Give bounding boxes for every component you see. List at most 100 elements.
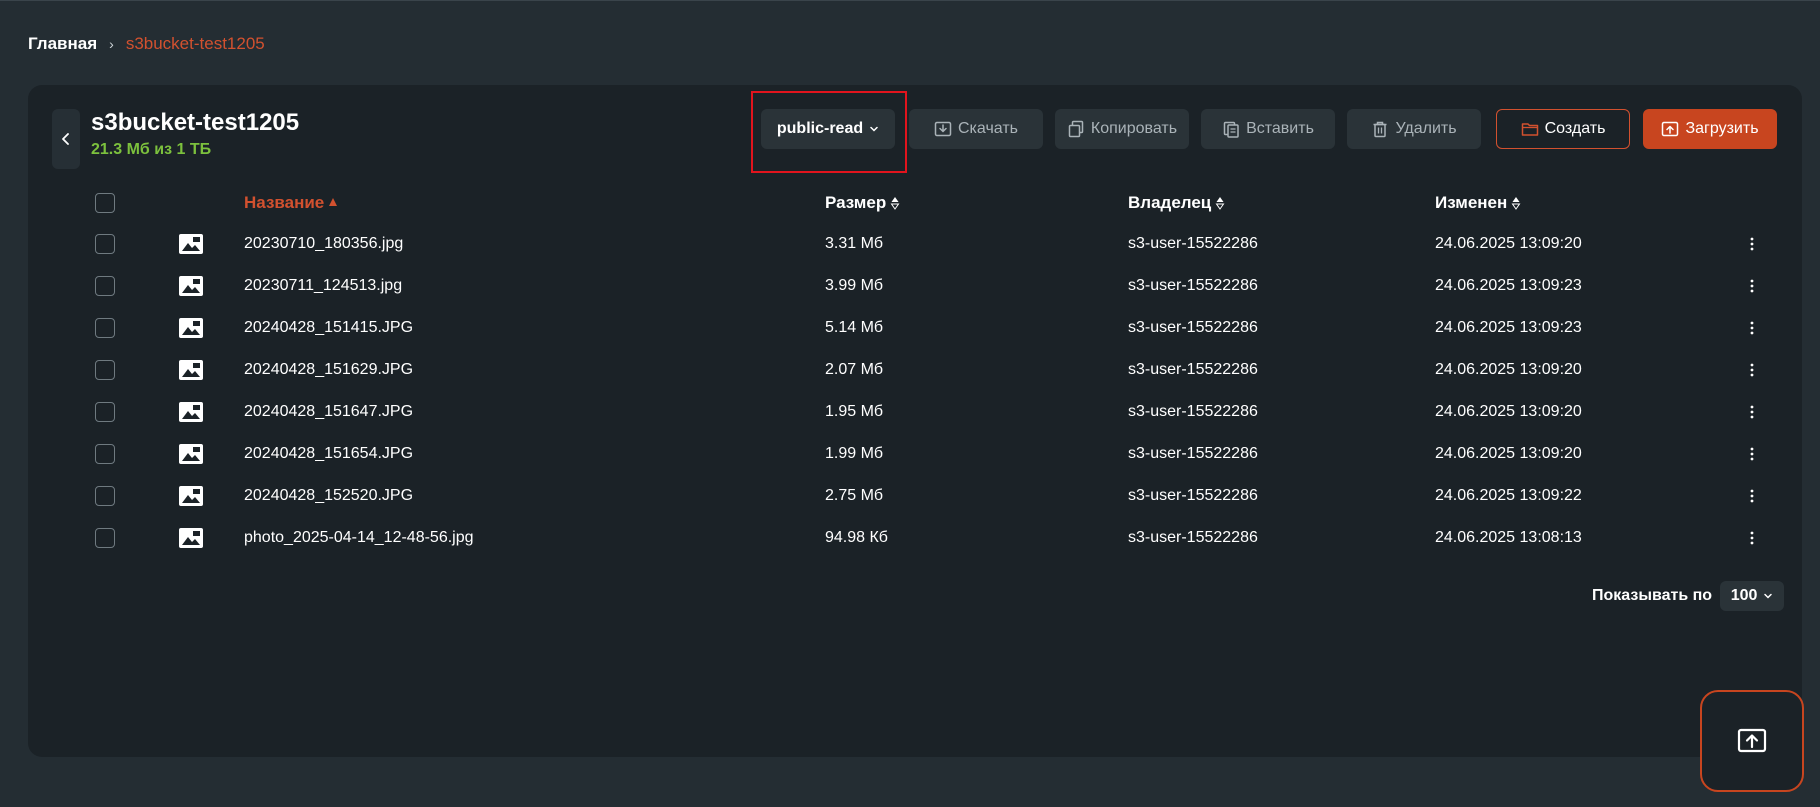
table-row[interactable]: photo_2025-04-14_12-48-56.jpg 94.98 Кб s… bbox=[28, 517, 1802, 559]
kebab-menu-icon[interactable] bbox=[1744, 236, 1760, 252]
image-file-icon bbox=[179, 475, 203, 517]
row-select-cell bbox=[95, 391, 115, 433]
upload-label: Загрузить bbox=[1685, 120, 1759, 137]
row-checkbox[interactable] bbox=[95, 276, 115, 296]
file-size: 2.75 Мб bbox=[825, 487, 884, 504]
download-button[interactable]: Скачать bbox=[909, 109, 1043, 149]
per-page-label: Показывать по bbox=[1592, 587, 1713, 604]
file-owner: s3-user-15522286 bbox=[1128, 403, 1258, 420]
top-divider bbox=[0, 0, 1820, 1]
table-row[interactable]: 20240428_152520.JPG 2.75 Мб s3-user-1552… bbox=[28, 475, 1802, 517]
row-menu-cell bbox=[1744, 223, 1760, 265]
row-checkbox[interactable] bbox=[95, 444, 115, 464]
column-name-label: Название bbox=[244, 193, 325, 212]
kebab-menu-icon[interactable] bbox=[1744, 488, 1760, 504]
image-file-icon bbox=[179, 349, 203, 391]
row-menu-cell bbox=[1744, 517, 1760, 559]
row-checkbox[interactable] bbox=[95, 234, 115, 254]
image-file-icon bbox=[179, 517, 203, 559]
breadcrumb-current: s3bucket-test1205 bbox=[125, 34, 265, 53]
row-checkbox[interactable] bbox=[95, 318, 115, 338]
upload-icon bbox=[1737, 728, 1767, 753]
image-file-icon bbox=[179, 391, 203, 433]
row-select-cell bbox=[95, 433, 115, 475]
row-menu-cell bbox=[1744, 433, 1760, 475]
create-folder-button[interactable]: Создать bbox=[1496, 109, 1630, 149]
back-button[interactable] bbox=[52, 109, 80, 169]
row-checkbox[interactable] bbox=[95, 402, 115, 422]
file-owner: s3-user-15522286 bbox=[1128, 445, 1258, 462]
kebab-menu-icon[interactable] bbox=[1744, 530, 1760, 546]
column-size-header[interactable]: Размер bbox=[825, 183, 900, 223]
acl-dropdown[interactable]: public-read bbox=[761, 109, 895, 149]
upload-button[interactable]: Загрузить bbox=[1643, 109, 1777, 149]
image-file-icon bbox=[179, 307, 203, 349]
copy-icon bbox=[1068, 120, 1084, 138]
kebab-menu-icon[interactable] bbox=[1744, 446, 1760, 462]
column-modified-header[interactable]: Изменен bbox=[1435, 183, 1521, 223]
row-menu-cell bbox=[1744, 349, 1760, 391]
file-owner: s3-user-15522286 bbox=[1128, 277, 1258, 294]
file-modified: 24.06.2025 13:09:23 bbox=[1435, 319, 1582, 336]
file-modified: 24.06.2025 13:08:13 bbox=[1435, 529, 1582, 546]
row-checkbox[interactable] bbox=[95, 528, 115, 548]
kebab-menu-icon[interactable] bbox=[1744, 278, 1760, 294]
file-modified: 24.06.2025 13:09:20 bbox=[1435, 361, 1582, 378]
image-file-icon bbox=[179, 433, 203, 475]
per-page-value: 100 bbox=[1730, 587, 1758, 604]
chevron-left-icon bbox=[62, 133, 69, 145]
row-select-cell bbox=[95, 349, 115, 391]
bucket-usage: 21.3 Мб из 1 ТБ bbox=[91, 141, 212, 158]
file-size: 2.07 Мб bbox=[825, 361, 884, 378]
file-name[interactable]: 20230711_124513.jpg bbox=[244, 265, 402, 307]
table-row[interactable]: 20240428_151415.JPG 5.14 Мб s3-user-1552… bbox=[28, 307, 1802, 349]
folder-icon bbox=[1521, 123, 1538, 136]
file-size: 5.14 Мб bbox=[825, 319, 884, 336]
file-size: 1.95 Мб bbox=[825, 403, 884, 420]
breadcrumb-home-link[interactable]: Главная bbox=[28, 34, 97, 54]
file-name[interactable]: 20230710_180356.jpg bbox=[244, 223, 403, 265]
paste-icon bbox=[1223, 121, 1239, 138]
column-owner-header[interactable]: Владелец bbox=[1128, 183, 1225, 223]
select-all-checkbox[interactable] bbox=[95, 193, 115, 213]
file-modified: 24.06.2025 13:09:22 bbox=[1435, 487, 1582, 504]
sort-icon bbox=[1215, 197, 1225, 210]
copy-label: Копировать bbox=[1090, 120, 1178, 137]
chevron-down-icon bbox=[1764, 593, 1773, 599]
kebab-menu-icon[interactable] bbox=[1744, 362, 1760, 378]
row-checkbox[interactable] bbox=[95, 360, 115, 380]
file-name[interactable]: 20240428_151647.JPG bbox=[244, 391, 413, 433]
delete-button[interactable]: Удалить bbox=[1347, 109, 1481, 149]
file-modified: 24.06.2025 13:09:20 bbox=[1435, 235, 1582, 252]
file-modified: 24.06.2025 13:09:20 bbox=[1435, 445, 1582, 462]
table-row[interactable]: 20240428_151654.JPG 1.99 Мб s3-user-1552… bbox=[28, 433, 1802, 475]
breadcrumb-separator: › bbox=[109, 36, 114, 52]
floating-upload-button[interactable] bbox=[1700, 690, 1804, 792]
file-name[interactable]: 20240428_152520.JPG bbox=[244, 475, 413, 517]
row-checkbox[interactable] bbox=[95, 486, 115, 506]
paste-button[interactable]: Вставить bbox=[1201, 109, 1335, 149]
table-row[interactable]: 20230710_180356.jpg 3.31 Мб s3-user-1552… bbox=[28, 223, 1802, 265]
download-label: Скачать bbox=[958, 120, 1018, 137]
table-row[interactable]: 20240428_151629.JPG 2.07 Мб s3-user-1552… bbox=[28, 349, 1802, 391]
file-name[interactable]: 20240428_151654.JPG bbox=[244, 433, 413, 475]
file-name[interactable]: 20240428_151415.JPG bbox=[244, 307, 413, 349]
kebab-menu-icon[interactable] bbox=[1744, 404, 1760, 420]
column-modified-label: Изменен bbox=[1435, 193, 1508, 212]
table-row[interactable]: 20230711_124513.jpg 3.99 Мб s3-user-1552… bbox=[28, 265, 1802, 307]
table-header: Название Размер Владелец Изменен bbox=[28, 183, 1802, 223]
column-name-header[interactable]: Название bbox=[244, 183, 338, 223]
file-name[interactable]: 20240428_151629.JPG bbox=[244, 349, 413, 391]
copy-button[interactable]: Копировать bbox=[1055, 109, 1189, 149]
row-select-cell bbox=[95, 307, 115, 349]
kebab-menu-icon[interactable] bbox=[1744, 320, 1760, 336]
sort-icon bbox=[1511, 197, 1521, 210]
bucket-panel: s3bucket-test1205 21.3 Мб из 1 ТБ public… bbox=[28, 85, 1802, 757]
delete-label: Удалить bbox=[1395, 120, 1457, 137]
row-menu-cell bbox=[1744, 391, 1760, 433]
file-size: 3.31 Мб bbox=[825, 235, 884, 252]
table-row[interactable]: 20240428_151647.JPG 1.95 Мб s3-user-1552… bbox=[28, 391, 1802, 433]
paste-label: Вставить bbox=[1246, 120, 1314, 137]
file-name[interactable]: photo_2025-04-14_12-48-56.jpg bbox=[244, 517, 474, 559]
per-page-select[interactable]: 100 bbox=[1720, 581, 1785, 611]
